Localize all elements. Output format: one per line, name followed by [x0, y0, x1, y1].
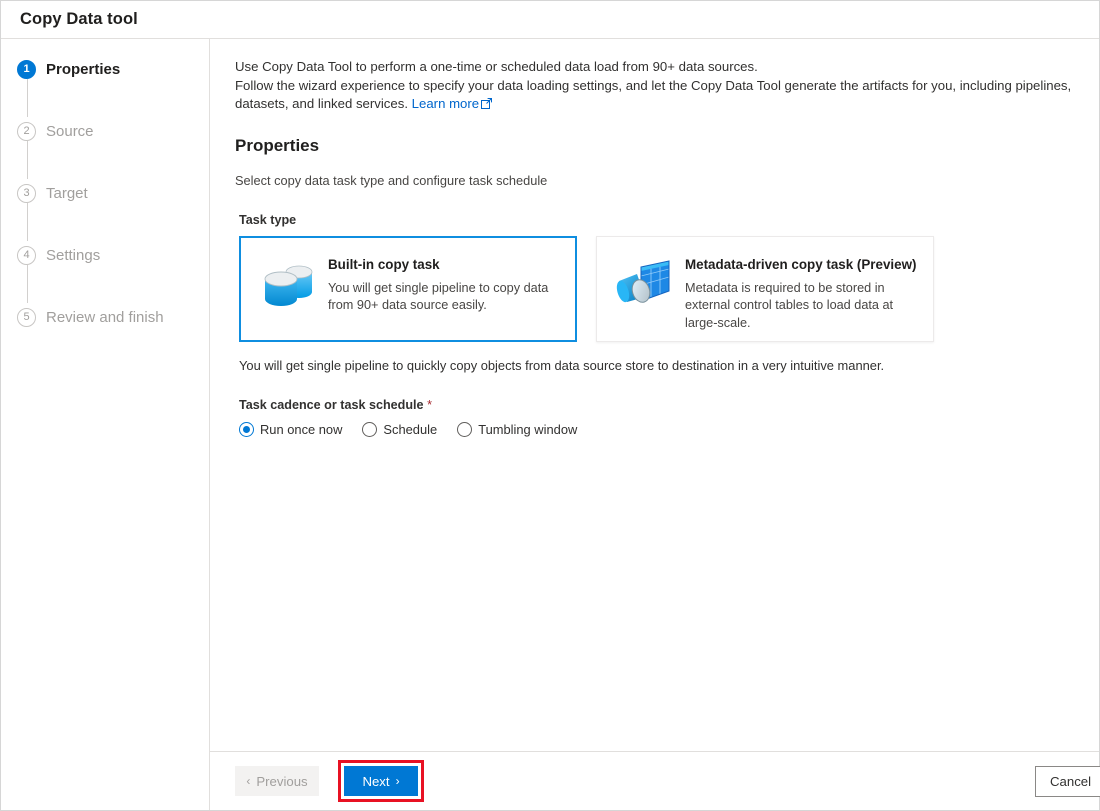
- step-badge-5: 5: [17, 307, 36, 327]
- radio-circle-schedule: [362, 421, 378, 437]
- sidebar-step-label-properties: Properties: [46, 60, 121, 78]
- cancel-button[interactable]: Cancel: [1035, 765, 1100, 797]
- step-badge-2: 2: [17, 121, 36, 141]
- task-type-helper-text: You will get single pipeline to quickly …: [239, 357, 885, 373]
- previous-button[interactable]: ‹ Previous: [235, 766, 319, 796]
- radio-label-schedule: Schedule: [383, 421, 438, 437]
- metadata-table-search-icon: [614, 256, 676, 316]
- sidebar-step-properties[interactable]: 1 Properties: [1, 57, 209, 117]
- window-title: Copy Data tool: [20, 10, 138, 28]
- task-type-card-built-in-copy-task[interactable]: Built-in copy task You will get single p…: [239, 235, 577, 342]
- step-badge-4: 4: [17, 245, 36, 265]
- intro-line-2: Follow the wizard experience to specify …: [235, 77, 1072, 112]
- wizard-steps-sidebar: 1 Properties 2 Source 3 Target 4 Setting…: [1, 39, 210, 810]
- task-cadence-label-text: Task cadence or task schedule: [239, 397, 424, 412]
- sidebar-step-label-review-and-finish: Review and finish: [46, 308, 164, 326]
- sidebar-step-label-source: Source: [46, 122, 94, 140]
- task-type-card-group: Built-in copy task You will get single p…: [239, 235, 1099, 342]
- window-titlebar: Copy Data tool: [1, 1, 1099, 39]
- task-cadence-label: Task cadence or task schedule *: [239, 398, 1099, 412]
- card-body-built-in: Built-in copy task You will get single p…: [319, 254, 562, 315]
- sidebar-step-label-target: Target: [46, 184, 88, 202]
- external-link-icon: [481, 96, 493, 115]
- next-button[interactable]: Next ›: [344, 766, 418, 796]
- step-badge-1: 1: [17, 59, 36, 79]
- step-connector-1: [27, 79, 28, 117]
- required-marker: *: [427, 397, 432, 412]
- chevron-right-icon: ›: [395, 774, 400, 788]
- task-cadence-radio-group: Run once now Schedule Tumbling window: [239, 421, 1099, 437]
- wizard-footer: ‹ Previous Next › Cancel: [210, 751, 1100, 810]
- next-button-label: Next: [362, 773, 390, 789]
- page-title: Properties: [235, 135, 320, 155]
- copy-data-tool-window: Copy Data tool 1 Properties 2 Source 3 T…: [0, 0, 1100, 811]
- chevron-left-icon: ‹: [246, 774, 251, 788]
- main-content: Use Copy Data Tool to perform a one-time…: [210, 39, 1099, 751]
- sidebar-step-label-settings: Settings: [46, 246, 101, 264]
- card-body-metadata: Metadata-driven copy task (Preview) Meta…: [676, 254, 919, 333]
- window-body: 1 Properties 2 Source 3 Target 4 Setting…: [1, 39, 1100, 810]
- cancel-button-label: Cancel: [1050, 773, 1092, 789]
- intro-description: Use Copy Data Tool to perform a one-time…: [235, 58, 1095, 115]
- learn-more-link[interactable]: Learn more: [412, 96, 479, 111]
- task-type-label: Task type: [239, 212, 297, 227]
- step-badge-3: 3: [17, 183, 36, 203]
- task-type-card-metadata-driven-copy-task[interactable]: Metadata-driven copy task (Preview) Meta…: [596, 235, 934, 342]
- radio-run-once-now[interactable]: Run once now: [239, 421, 343, 437]
- radio-tumbling-window[interactable]: Tumbling window: [457, 421, 578, 437]
- card-description-metadata: Metadata is required to be stored in ext…: [685, 280, 894, 330]
- radio-circle-run-once-now: [239, 421, 254, 437]
- radio-label-run-once-now: Run once now: [260, 421, 343, 437]
- sidebar-step-settings[interactable]: 4 Settings: [1, 243, 209, 303]
- intro-line-1: Use Copy Data Tool to perform a one-time…: [235, 59, 758, 74]
- database-copy-icon: [257, 256, 319, 316]
- card-title-built-in: Built-in copy task: [328, 256, 440, 272]
- next-button-highlight-annotation: Next ›: [338, 760, 424, 802]
- step-connector-4: [27, 265, 28, 303]
- radio-label-tumbling-window: Tumbling window: [478, 421, 578, 437]
- page-subtitle: Select copy data task type and configure…: [235, 172, 548, 188]
- sidebar-step-target[interactable]: 3 Target: [1, 181, 209, 241]
- sidebar-step-review-and-finish[interactable]: 5 Review and finish: [1, 305, 209, 329]
- step-connector-2: [27, 141, 28, 179]
- card-description-built-in: You will get single pipeline to copy dat…: [328, 280, 549, 313]
- main-panel: Use Copy Data Tool to perform a one-time…: [210, 39, 1100, 810]
- radio-schedule[interactable]: Schedule: [362, 421, 438, 437]
- previous-button-label: Previous: [256, 773, 308, 789]
- step-connector-3: [27, 203, 28, 241]
- sidebar-step-source[interactable]: 2 Source: [1, 119, 209, 179]
- card-title-metadata: Metadata-driven copy task (Preview): [685, 256, 917, 272]
- radio-circle-tumbling-window: [457, 421, 473, 437]
